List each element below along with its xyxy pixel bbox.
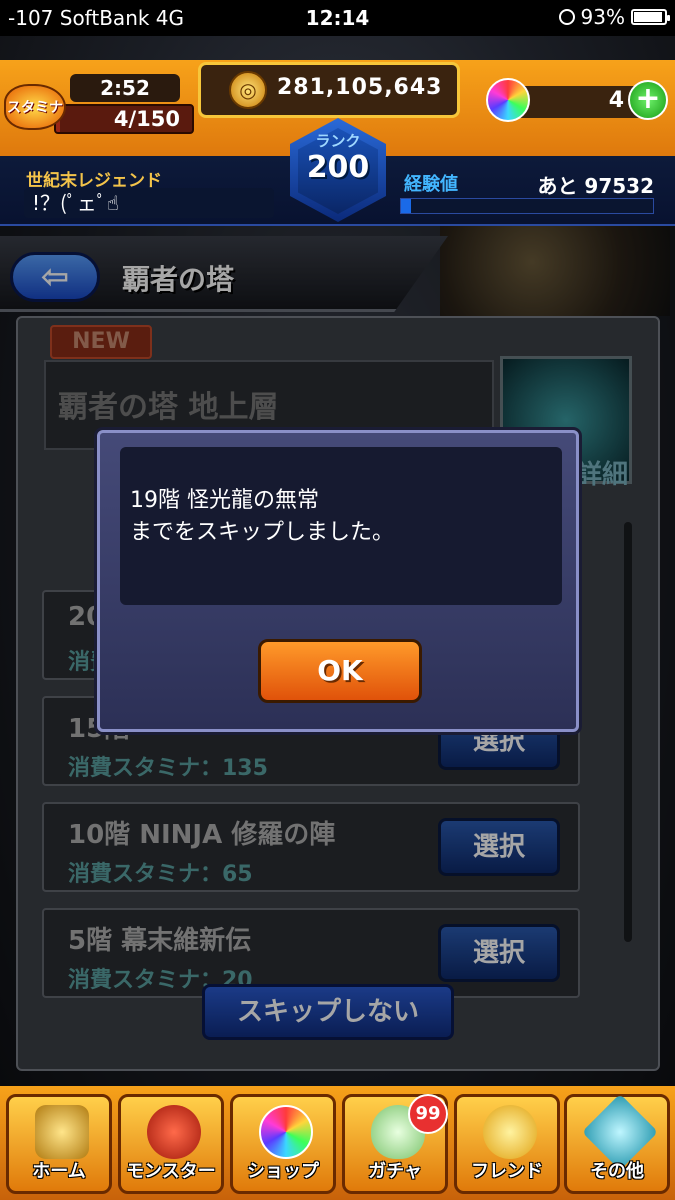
buy-orbs-button[interactable]: + bbox=[628, 80, 668, 120]
gold-amount: 281,105,643 bbox=[277, 75, 443, 100]
player-comment: !？(ﾟェﾟ☝ bbox=[24, 188, 274, 218]
nav-friend[interactable]: フレンド bbox=[454, 1094, 560, 1194]
friends-icon bbox=[483, 1105, 537, 1159]
nav-shop[interactable]: ショップ bbox=[230, 1094, 336, 1194]
orb-shop-icon bbox=[259, 1105, 313, 1159]
battery-percent: 93% bbox=[580, 5, 625, 29]
nav-label: フレンド bbox=[471, 1161, 543, 1182]
nav-label: ホーム bbox=[32, 1161, 86, 1182]
nav-other[interactable]: その他 bbox=[564, 1093, 670, 1194]
battery-area: 93% bbox=[558, 5, 670, 29]
nav-label: その他 bbox=[590, 1161, 644, 1182]
exp-label: 経験値 bbox=[404, 174, 458, 195]
gold-coin-icon: ◎ bbox=[229, 71, 267, 109]
status-bar: -107 SoftBank 4G 12:14 93% bbox=[0, 0, 675, 36]
nav-label: ガチャ bbox=[368, 1161, 422, 1182]
rotation-lock-icon bbox=[558, 9, 575, 25]
exp-bar-fill bbox=[401, 199, 412, 213]
skip-result-dialog: 19階 怪光龍の無常 までをスキップしました。 OK bbox=[97, 430, 579, 732]
battery-icon bbox=[631, 9, 670, 25]
rank-value: 200 bbox=[306, 150, 370, 185]
gold-display: ◎ 281,105,643 bbox=[198, 62, 460, 118]
ok-button[interactable]: OK bbox=[258, 639, 422, 703]
exp-bar bbox=[400, 198, 654, 214]
stamina-value: 4/150 bbox=[113, 107, 180, 131]
stamina-timer: 2:52 bbox=[70, 74, 180, 102]
battery-fill bbox=[634, 12, 662, 22]
gacha-count-badge: 99 bbox=[408, 1094, 448, 1134]
exp-remaining: あと 97532 bbox=[537, 174, 654, 198]
home-tower-icon bbox=[35, 1105, 89, 1159]
orb-display: 4 + bbox=[470, 78, 670, 138]
dialog-message: 19階 怪光龍の無常 までをスキップしました。 bbox=[120, 447, 562, 605]
monster-icon bbox=[147, 1105, 201, 1159]
dialog-line-2: までをスキップしました。 bbox=[130, 520, 395, 545]
rank-label: ランク bbox=[315, 132, 361, 150]
nav-monster[interactable]: モンスター bbox=[118, 1094, 224, 1194]
dialog-line-1: 19階 怪光龍の無常 bbox=[130, 488, 319, 513]
stamina-box: 2:52 4/150 スタミナ bbox=[4, 74, 204, 162]
stamina-icon: スタミナ bbox=[4, 84, 66, 130]
nav-home[interactable]: ホーム bbox=[6, 1094, 112, 1194]
nav-label: ショップ bbox=[247, 1161, 319, 1182]
nav-label: モンスター bbox=[126, 1161, 216, 1182]
orb-count: 4 bbox=[608, 88, 624, 113]
